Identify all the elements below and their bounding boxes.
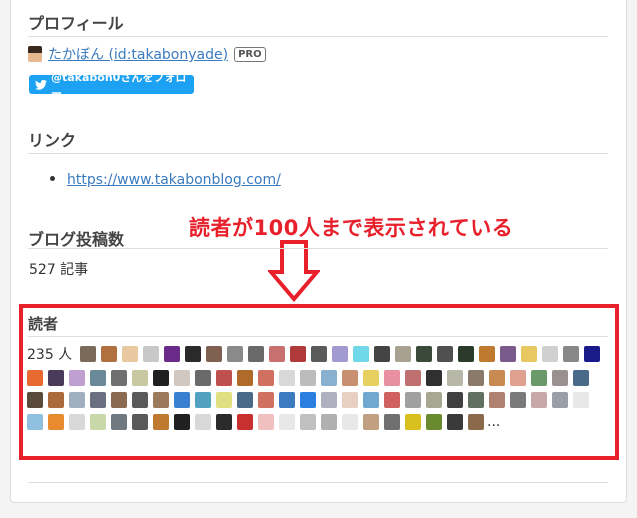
divider [28,482,608,483]
pro-badge: PRO [234,46,266,62]
links-title: リンク [28,131,77,150]
user-avatar[interactable] [28,46,42,62]
divider [28,36,608,37]
profile-row: たかぼん (id:takabonyade) PRO [28,44,266,64]
divider [28,248,608,249]
post-count: 527 記事 [29,262,89,278]
profile-title: プロフィール [28,14,124,33]
posts-title: ブログ投稿数 [28,230,125,249]
links-list: https://www.takabonblog.com/ [50,172,281,188]
twitter-follow-button[interactable]: @takabon0さんをフォロー [29,71,194,100]
profile-name-link[interactable]: たかぼん (id:takabonyade) [48,44,228,64]
twitter-follow-label: @takabon0さんをフォロー [51,70,187,100]
divider [28,153,608,154]
blog-link[interactable]: https://www.takabonblog.com/ [67,172,281,188]
annotation-text: 読者が100人まで表示されている [189,216,514,240]
twitter-bird-icon [35,79,47,90]
highlight-box [19,304,619,460]
bullet [50,175,55,181]
down-arrow-icon [268,240,320,302]
